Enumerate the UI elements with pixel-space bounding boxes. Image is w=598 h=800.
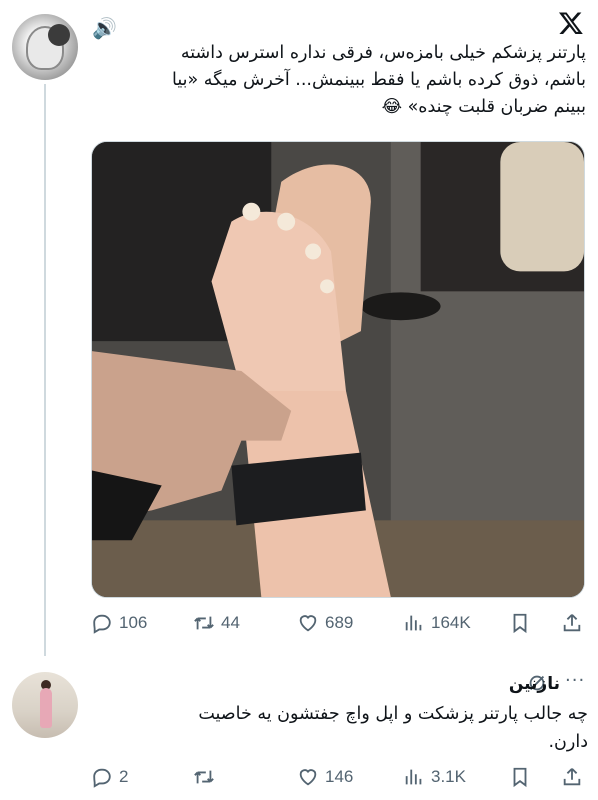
like-button[interactable]: 689 [297, 612, 353, 634]
speaker-icon: 🔊 [92, 16, 117, 40]
tweet-photo[interactable] [91, 141, 585, 598]
bookmark-button[interactable] [509, 612, 531, 634]
like-count: 689 [325, 613, 354, 632]
reply-icon [93, 614, 111, 634]
share-icon [563, 768, 581, 786]
reply-button[interactable]: 106 [91, 612, 147, 634]
heart-icon [299, 615, 317, 632]
views-icon [405, 769, 422, 785]
tweet-text-line: ببینم ضربان قلبت چنده» 😂 [381, 97, 586, 117]
repost-icon [194, 770, 214, 784]
tweet-actions: 106 44 689 164K [91, 610, 587, 636]
reply-icon [93, 768, 111, 788]
heart-icon [299, 769, 317, 786]
x-logo-icon [558, 10, 584, 36]
repost-icon [194, 616, 214, 630]
tweet-text-line: باشم، ذوق کرده باشم یا فقط ببینمش... آخر… [172, 70, 586, 90]
tweet-text-line: پارتنر پزشکم خیلی بامزه‌س، فرقی نداره اس… [180, 43, 586, 63]
views-button[interactable]: 164K [403, 612, 471, 634]
reply-text-line: دارن. [548, 732, 588, 752]
reply-button[interactable]: 2 [91, 766, 128, 788]
share-icon [563, 614, 581, 632]
reply-text-line: چه جالب پارتنر پزشکت و اپل واچ جفتشون یه… [198, 704, 588, 724]
share-button[interactable] [561, 766, 583, 788]
reply-actions: 2 146 3.1K [91, 764, 587, 790]
bookmark-icon [513, 767, 527, 788]
reply-text: چه جالب پارتنر پزشکت و اپل واچ جفتشون یه… [100, 700, 588, 756]
bookmark-button[interactable] [509, 766, 531, 788]
thread-line [44, 84, 46, 656]
more-options-icon[interactable]: ··· [565, 670, 585, 691]
share-button[interactable] [561, 612, 583, 634]
author-avatar[interactable] [12, 14, 78, 80]
views-button[interactable]: 3.1K [403, 766, 466, 788]
views-icon [405, 615, 422, 631]
repost-button[interactable]: 44 [193, 612, 240, 634]
view-count: 3.1K [431, 767, 466, 786]
like-count: 146 [325, 767, 354, 786]
tweet-text: پارتنر پزشکم خیلی بامزه‌س، فرقی نداره اس… [100, 40, 586, 121]
reply-count: 106 [119, 613, 148, 632]
reply-avatar[interactable] [12, 672, 78, 738]
repost-count: 44 [221, 613, 240, 632]
bookmark-icon [513, 613, 527, 634]
view-count: 164K [431, 613, 471, 632]
reply-count: 2 [119, 767, 129, 786]
reply-author-name[interactable]: نازنین [440, 674, 560, 694]
repost-button[interactable] [193, 766, 221, 788]
like-button[interactable]: 146 [297, 766, 353, 788]
